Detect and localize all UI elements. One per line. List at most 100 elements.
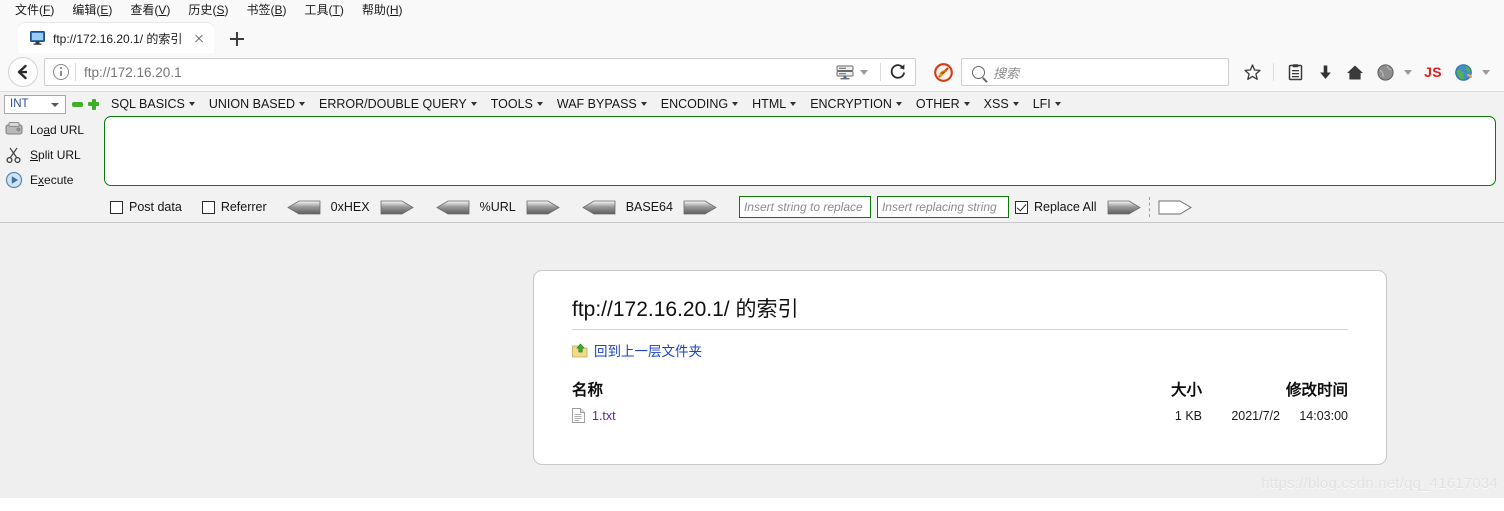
column-header-modified[interactable]: 修改时间 [1202, 378, 1348, 405]
directory-listing-card: ftp://172.16.20.1/ 的索引 回到上一层文件夹 名称 大小 修改… [533, 270, 1387, 465]
execute-icon [4, 171, 26, 189]
hackbar-menu-other[interactable]: OTHER [909, 97, 977, 111]
chevron-down-icon [895, 102, 902, 106]
base64-decode-arrow-icon[interactable] [581, 200, 616, 215]
browser-tab[interactable]: ftp://172.16.20.1/ 的索引 [18, 23, 214, 53]
column-header-name[interactable]: 名称 [572, 378, 1110, 405]
base64-label: BASE64 [625, 200, 673, 214]
table-header-row: 名称 大小 修改时间 [572, 378, 1348, 405]
reload-icon[interactable] [887, 61, 911, 83]
url-encode-arrow-icon[interactable] [526, 200, 560, 215]
library-icon[interactable] [1280, 57, 1310, 87]
search-input[interactable]: 搜索 [993, 63, 1019, 82]
post-data-checkbox[interactable] [110, 200, 123, 214]
hex-decode-arrow-icon[interactable] [286, 200, 321, 215]
hackbar-right-panel: SQL BASICS UNION BASED ERROR/DOUBLE QUER… [104, 94, 1500, 186]
account-globe-icon[interactable] [1370, 57, 1400, 87]
hackbar-menu-label: XSS [983, 97, 1009, 111]
menu-item-edit-accel: E [100, 3, 109, 17]
parent-directory-row[interactable]: 回到上一层文件夹 [572, 340, 1348, 360]
hackbar-type-select[interactable]: INT [4, 94, 66, 114]
chevron-down-icon [640, 102, 647, 106]
menu-item-edit[interactable]: 编辑(E) [63, 0, 121, 20]
search-box[interactable]: 搜索 [961, 58, 1229, 86]
server-icon[interactable] [834, 63, 856, 81]
hackbar-menu-xss[interactable]: XSS [977, 97, 1026, 111]
minus-icon[interactable] [72, 102, 83, 107]
replace-with-input[interactable]: Insert replacing string [876, 196, 1009, 218]
globe-addon-icon[interactable] [1448, 57, 1478, 87]
url-converter-group: %URL [435, 200, 560, 215]
table-row[interactable]: 1.txt 1 KB 2021/7/2 14:03:00 [572, 405, 1348, 426]
hackbar-menu-tools[interactable]: TOOLS [484, 97, 550, 111]
chevron-down-icon[interactable] [860, 69, 868, 75]
referrer-checkbox-group[interactable]: Referrer [201, 200, 267, 214]
menu-item-edit-label: 编辑 [72, 3, 97, 17]
menu-item-tools-label: 工具 [304, 3, 329, 17]
watermark: https://blog.csdn.net/qq_41617034 [1261, 475, 1498, 492]
menu-item-help[interactable]: 帮助(H) [353, 0, 412, 20]
plus-icon[interactable] [88, 98, 99, 110]
hackbar-menu-sql-basics[interactable]: SQL BASICS [104, 97, 202, 111]
split-url-button[interactable]: Split URL [4, 142, 104, 167]
replace-search-input[interactable]: Insert string to replace [738, 196, 871, 218]
load-url-button[interactable]: Load URL [4, 117, 104, 142]
parent-directory-link[interactable]: 回到上一层文件夹 [594, 340, 702, 360]
computer-icon [30, 31, 45, 45]
hackbar-menu-lfi[interactable]: LFI [1026, 97, 1068, 111]
split-url-label: Split URL [30, 147, 81, 162]
file-listing-table: 名称 大小 修改时间 1.txt 1 KB 2021/7/2 14:03:00 [572, 378, 1348, 426]
replace-apply-arrow-icon[interactable] [1107, 200, 1141, 215]
chevron-down-icon-account[interactable] [1404, 69, 1412, 75]
search-icon [972, 65, 985, 79]
replace-all-checkbox[interactable] [1014, 200, 1028, 214]
download-arrow-icon[interactable] [1310, 57, 1340, 87]
menu-item-bookmarks-label: 书签 [246, 3, 271, 17]
column-header-size[interactable]: 大小 [1110, 378, 1202, 405]
address-bar[interactable]: ftp://172.16.20.1 [44, 58, 916, 86]
chevron-down-icon-addon[interactable] [1482, 69, 1490, 75]
hackbar-menu-encryption[interactable]: ENCRYPTION [803, 97, 909, 111]
execute-button[interactable]: Execute [4, 167, 104, 192]
info-icon[interactable] [53, 64, 69, 80]
referrer-checkbox[interactable] [201, 200, 215, 214]
hackbar-menu-waf-bypass[interactable]: WAF BYPASS [550, 97, 654, 111]
url-decode-arrow-icon[interactable] [435, 200, 470, 215]
url-label: %URL [479, 200, 516, 214]
hackbar-menu-html[interactable]: HTML [745, 97, 803, 111]
new-tab-icon[interactable] [222, 25, 252, 53]
menu-item-history[interactable]: 历史(S) [179, 0, 237, 20]
hackbar-menu-error-double-query[interactable]: ERROR/DOUBLE QUERY [312, 97, 484, 111]
hackbar-type-value: INT [10, 98, 29, 110]
home-icon[interactable] [1340, 57, 1370, 87]
back-arrow-icon[interactable] [8, 57, 38, 87]
base64-encode-arrow-icon[interactable] [683, 200, 717, 215]
menu-item-bookmarks[interactable]: 书签(B) [237, 0, 295, 20]
javascript-toggle-button[interactable]: JS [1418, 64, 1448, 80]
extra-apply-arrow-icon[interactable] [1158, 200, 1192, 215]
menu-item-view-label: 查看 [130, 3, 155, 17]
menu-item-tools[interactable]: 工具(T) [295, 0, 352, 20]
replace-all-checkbox-group[interactable]: Replace All [1014, 200, 1097, 214]
hex-encode-arrow-icon[interactable] [380, 200, 414, 215]
menu-item-view[interactable]: 查看(V) [121, 0, 179, 20]
hackbar-request-textarea[interactable] [104, 116, 1496, 186]
hackbar-options-row: Post data Referrer 0xHEX %URL BASE64 Ins… [0, 192, 1504, 222]
post-data-checkbox-group[interactable]: Post data [110, 200, 182, 214]
close-icon[interactable] [190, 29, 208, 47]
hackbar-menu-union-based[interactable]: UNION BASED [202, 97, 312, 111]
star-icon[interactable] [1237, 57, 1267, 87]
menu-item-file[interactable]: 文件(F) [6, 0, 63, 20]
noscript-blocked-icon[interactable] [934, 62, 953, 82]
menu-item-history-accel: S [216, 3, 225, 17]
hex-label: 0xHEX [330, 200, 370, 214]
hackbar-menu-label: UNION BASED [208, 97, 296, 111]
hackbar-menu-row: SQL BASICS UNION BASED ERROR/DOUBLE QUER… [104, 94, 1496, 114]
hex-converter-group: 0xHEX [286, 200, 414, 215]
navigation-toolbar: ftp://172.16.20.1 搜索 JS [0, 53, 1504, 92]
load-url-icon [4, 121, 26, 139]
chevron-down-icon [963, 102, 970, 106]
file-link[interactable]: 1.txt [592, 409, 616, 423]
hackbar-menu-encoding[interactable]: ENCODING [654, 97, 745, 111]
menu-item-history-label: 历史 [188, 3, 213, 17]
